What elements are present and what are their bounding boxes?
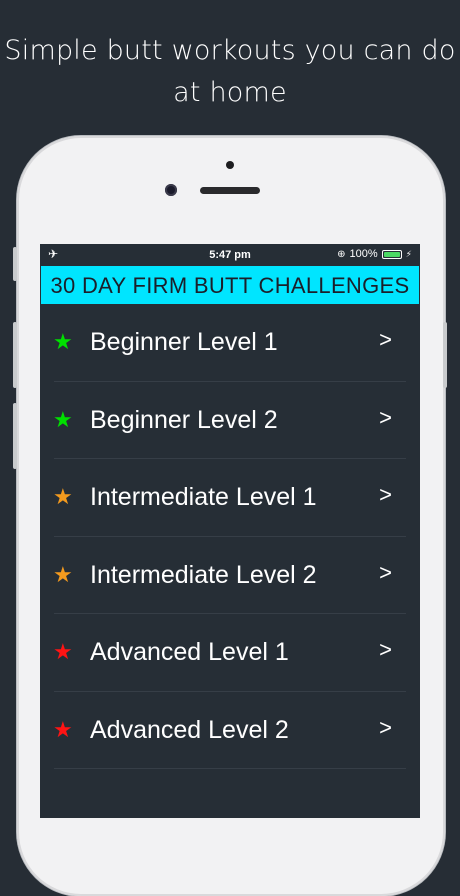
level-row[interactable]: ★ Advanced Level 1 > bbox=[40, 614, 420, 692]
header-title: 30 DAY FIRM BUTT CHALLENGES bbox=[41, 266, 419, 304]
power-button bbox=[443, 322, 447, 388]
level-row[interactable]: ★ Intermediate Level 1 > bbox=[40, 459, 420, 537]
chevron-right-icon: > bbox=[379, 637, 392, 662]
level-label: Advanced Level 1 bbox=[90, 638, 289, 666]
chevron-right-icon: > bbox=[379, 327, 392, 352]
chevron-right-icon: > bbox=[379, 714, 392, 740]
row-divider bbox=[54, 768, 406, 769]
star-icon: ★ bbox=[53, 329, 73, 354]
chevron-right-icon: > bbox=[379, 559, 392, 585]
level-list: ★ Beginner Level 1 > ★ Beginner Level 2 > ★ Int… bbox=[40, 304, 420, 769]
level-label: Intermediate Level 2 bbox=[90, 560, 317, 589]
front-camera bbox=[165, 184, 177, 196]
level-row[interactable]: ★ Beginner Level 1 > bbox=[40, 304, 420, 382]
level-label: Advanced Level 2 bbox=[90, 715, 289, 744]
star-icon: ★ bbox=[53, 484, 73, 509]
level-row[interactable]: ★ Beginner Level 2 > bbox=[40, 382, 420, 459]
proximity-sensor bbox=[226, 161, 234, 169]
volume-up-button bbox=[13, 322, 17, 388]
volume-down-button bbox=[13, 403, 17, 469]
level-row[interactable]: ★ Intermediate Level 2 > bbox=[40, 537, 420, 614]
star-icon: ★ bbox=[53, 639, 73, 664]
charging-icon: ⚡ bbox=[405, 248, 412, 259]
earpiece-speaker bbox=[200, 187, 260, 194]
promo-headline: Simple butt workouts you can do at home bbox=[4, 35, 456, 108]
chevron-right-icon: > bbox=[379, 482, 392, 507]
status-bar: ✈ 5:47 pm ⊕ 100% ⚡ bbox=[40, 244, 420, 266]
status-right: ⊕ 100% ⚡ bbox=[337, 248, 412, 260]
silent-switch bbox=[13, 247, 17, 281]
star-icon: ★ bbox=[53, 406, 73, 432]
level-label: Beginner Level 2 bbox=[90, 405, 278, 434]
star-icon: ★ bbox=[53, 716, 73, 742]
chevron-right-icon: > bbox=[379, 404, 392, 430]
app-screen: ✈ 5:47 pm ⊕ 100% ⚡ 30 DAY FIRM BUTT CHAL… bbox=[40, 244, 420, 818]
level-label: Intermediate Level 1 bbox=[90, 483, 317, 511]
star-icon: ★ bbox=[53, 561, 73, 587]
battery-icon bbox=[381, 249, 402, 259]
level-label: Beginner Level 1 bbox=[90, 328, 278, 356]
rotation-lock-icon: ⊕ bbox=[337, 248, 346, 260]
level-row[interactable]: ★ Advanced Level 2 > bbox=[40, 692, 420, 769]
battery-percent: 100% bbox=[349, 248, 378, 260]
